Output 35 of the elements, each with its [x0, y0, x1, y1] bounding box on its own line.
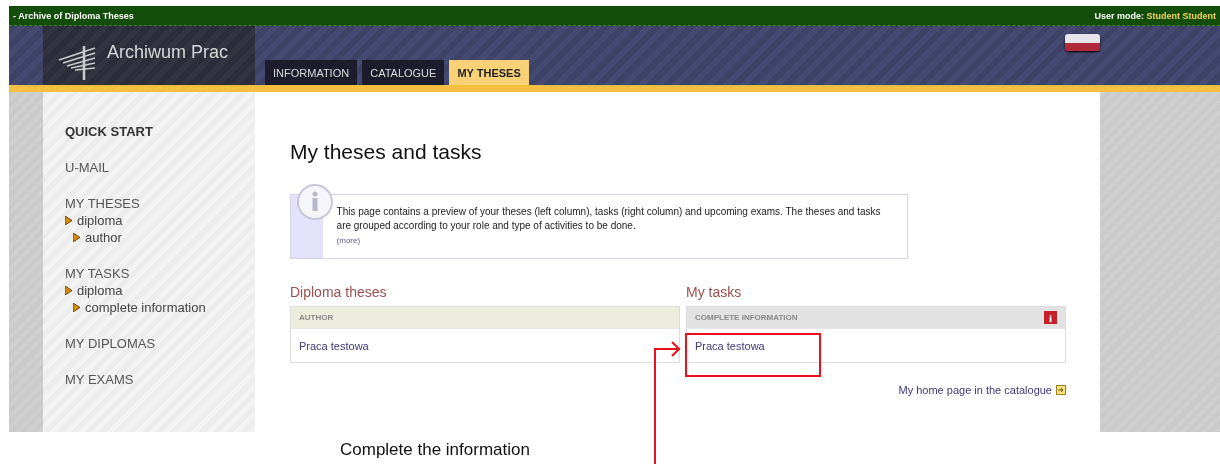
sidebar-link[interactable]: U-MAIL — [65, 160, 110, 175]
tree-item[interactable]: diploma — [77, 282, 123, 299]
page-title: My theses and tasks — [290, 140, 483, 164]
sidebar-link[interactable]: MY EXAMS — [65, 372, 134, 387]
sidebar-link[interactable]: MY TASKS — [65, 266, 130, 281]
nav-tab[interactable]: CATALOGUE — [362, 60, 445, 85]
group-header: AUTHOR — [291, 307, 679, 328]
alert-badge: i — [1044, 311, 1057, 324]
section-heading: Diploma theses — [290, 284, 388, 300]
flag-icon[interactable] — [1065, 34, 1100, 51]
enter-icon — [1056, 385, 1066, 395]
tree-item[interactable]: author — [85, 229, 122, 246]
sidebar-link[interactable]: MY DIPLOMAS — [65, 336, 156, 351]
more-link[interactable]: (more) — [336, 234, 361, 248]
group-header: COMPLETE INFORMATION i — [687, 307, 1065, 328]
user-mode: User mode: Student Student — [1094, 10, 1216, 21]
sidebar-link[interactable]: MY THESES — [65, 196, 140, 211]
info-icon — [296, 183, 334, 221]
bullet-icon — [73, 233, 80, 242]
logo-text: Archiwum Prac — [107, 42, 229, 63]
tree-item[interactable]: diploma — [77, 212, 123, 229]
nav-tab[interactable]: INFORMATION — [265, 60, 358, 85]
info-text: This page contains a preview of your theses (left column), tasks (right column) and upcoming exams. The theses and tasks are grouped according to your role and type of activities to be done. — [336, 205, 882, 233]
sidebar-heading[interactable]: QUICK START — [65, 124, 153, 139]
section-heading: My tasks — [686, 284, 743, 300]
bullet-icon — [65, 216, 72, 225]
thesis-link[interactable]: Praca testowa — [299, 339, 369, 352]
thesis-link[interactable]: Praca testowa — [695, 339, 765, 352]
site-title: - Archive of Diploma Theses — [13, 10, 134, 21]
tree-item[interactable]: complete information — [85, 299, 206, 316]
home-page-link[interactable]: My home page in the catalogue — [898, 384, 1052, 396]
bullet-icon — [73, 303, 80, 312]
nav-tab[interactable]: MY THESES — [449, 60, 529, 85]
bullet-icon — [65, 286, 72, 295]
annotation-text: Complete the information — [339, 439, 531, 460]
